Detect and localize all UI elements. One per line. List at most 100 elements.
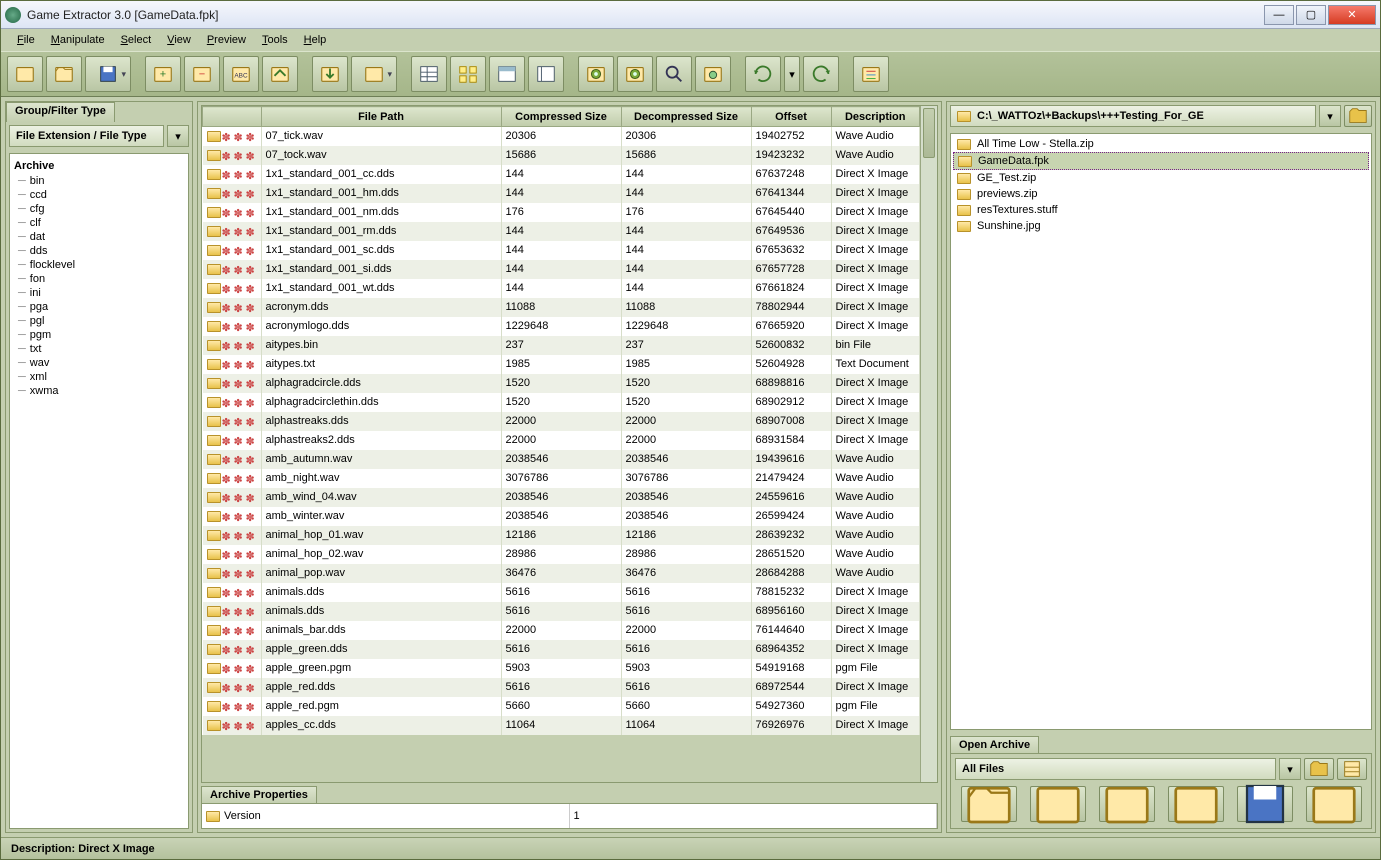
open-archive-tab[interactable]: Open Archive xyxy=(950,736,1039,753)
minimize-button[interactable]: — xyxy=(1264,5,1294,25)
file-browser[interactable]: All Time Low - Stella.zipGameData.fpkGE_… xyxy=(950,133,1372,730)
column-header[interactable]: Decompressed Size xyxy=(621,107,751,127)
tree-item-wav[interactable]: wav xyxy=(14,356,184,370)
file-item[interactable]: GameData.fpk xyxy=(953,152,1369,170)
file-item[interactable]: resTextures.stuff xyxy=(953,202,1369,218)
undo-dropdown[interactable]: ▾ xyxy=(784,56,800,92)
tree-item-bin[interactable]: bin xyxy=(14,174,184,188)
tree-item-pgl[interactable]: pgl xyxy=(14,314,184,328)
table-row[interactable]: ✽✽✽amb_autumn.wav2038546203854619439616W… xyxy=(203,450,920,469)
tree-item-clf[interactable]: clf xyxy=(14,216,184,230)
path-dropdown-button[interactable]: ▾ xyxy=(1319,105,1341,127)
tree-item-pgm[interactable]: pgm xyxy=(14,328,184,342)
archive-properties-tab[interactable]: Archive Properties xyxy=(201,786,317,803)
cut-action-button[interactable] xyxy=(1168,786,1224,822)
list-action-button[interactable] xyxy=(1030,786,1086,822)
table-row[interactable]: ✽✽✽animals.dds5616561668956160Direct X I… xyxy=(203,602,920,621)
table-scrollbar[interactable] xyxy=(920,106,937,782)
open-action-button[interactable] xyxy=(961,786,1017,822)
table-row[interactable]: ✽✽✽amb_wind_04.wav2038546203854624559616… xyxy=(203,488,920,507)
table-row[interactable]: ✽✽✽1x1_standard_001_hm.dds14414467641344… xyxy=(203,184,920,203)
column-header[interactable]: File Path xyxy=(261,107,501,127)
menu-select[interactable]: Select xyxy=(115,32,158,48)
tree-item-ini[interactable]: ini xyxy=(14,286,184,300)
menu-view[interactable]: View xyxy=(161,32,197,48)
table-row[interactable]: ✽✽✽apple_red.dds5616561668972544Direct X… xyxy=(203,678,920,697)
table-row[interactable]: ✽✽✽aitypes.txt1985198552604928Text Docum… xyxy=(203,355,920,374)
file-item[interactable]: All Time Low - Stella.zip xyxy=(953,136,1369,152)
group-view-button[interactable] xyxy=(489,56,525,92)
tree-item-xwma[interactable]: xwma xyxy=(14,384,184,398)
column-header[interactable]: Offset xyxy=(751,107,831,127)
options-button[interactable] xyxy=(853,56,889,92)
table-row[interactable]: ✽✽✽alphastreaks2.dds220002200068931584Di… xyxy=(203,431,920,450)
script-button[interactable] xyxy=(617,56,653,92)
extract-dropdown-button[interactable] xyxy=(351,56,397,92)
menu-tools[interactable]: Tools xyxy=(256,32,294,48)
path-combo[interactable]: C:\_WATTOz\+Backups\+++Testing_For_GE xyxy=(950,105,1316,127)
tree-item-xml[interactable]: xml xyxy=(14,370,184,384)
redo-button[interactable] xyxy=(803,56,839,92)
extract-button[interactable] xyxy=(312,56,348,92)
maximize-button[interactable]: ▢ xyxy=(1296,5,1326,25)
menu-help[interactable]: Help xyxy=(298,32,333,48)
file-item[interactable]: previews.zip xyxy=(953,186,1369,202)
group-filter-tab[interactable]: Group/Filter Type xyxy=(6,102,115,122)
column-header[interactable] xyxy=(203,107,262,127)
scissors-action-button[interactable] xyxy=(1306,786,1362,822)
remove-file-button[interactable]: − xyxy=(184,56,220,92)
tree-root[interactable]: Archive xyxy=(14,158,184,174)
filter-dropdown-button[interactable]: ▾ xyxy=(167,125,189,147)
new-action-button[interactable] xyxy=(1099,786,1155,822)
filter-combo[interactable]: File Extension / File Type xyxy=(9,125,164,147)
undo-button[interactable] xyxy=(745,56,781,92)
file-item[interactable]: Sunshine.jpg xyxy=(953,218,1369,234)
tree-item-txt[interactable]: txt xyxy=(14,342,184,356)
table-row[interactable]: ✽✽✽acronym.dds110881108878802944Direct X… xyxy=(203,298,920,317)
tree-item-fon[interactable]: fon xyxy=(14,272,184,286)
search-button[interactable] xyxy=(656,56,692,92)
up-folder-button[interactable] xyxy=(1344,105,1372,127)
table-row[interactable]: ✽✽✽alphagradcirclethin.dds15201520689029… xyxy=(203,393,920,412)
save-button[interactable] xyxy=(85,56,131,92)
table-row[interactable]: ✽✽✽apple_green.dds5616561668964352Direct… xyxy=(203,640,920,659)
tree-item-ccd[interactable]: ccd xyxy=(14,188,184,202)
table-row[interactable]: ✽✽✽animals_bar.dds220002200076144640Dire… xyxy=(203,621,920,640)
table-row[interactable]: ✽✽✽animal_hop_01.wav121861218628639232Wa… xyxy=(203,526,920,545)
table-view-button[interactable] xyxy=(411,56,447,92)
column-header[interactable]: Description xyxy=(831,107,920,127)
table-row[interactable]: ✽✽✽1x1_standard_001_rm.dds14414467649536… xyxy=(203,222,920,241)
table-row[interactable]: ✽✽✽1x1_standard_001_sc.dds14414467653632… xyxy=(203,241,920,260)
tree-item-pga[interactable]: pga xyxy=(14,300,184,314)
table-row[interactable]: ✽✽✽apples_cc.dds110641106476926976Direct… xyxy=(203,716,920,735)
file-filter-combo[interactable]: All Files xyxy=(955,758,1276,780)
column-header[interactable]: Compressed Size xyxy=(501,107,621,127)
table-row[interactable]: ✽✽✽07_tock.wav156861568619423232Wave Aud… xyxy=(203,146,920,165)
file-table[interactable]: File PathCompressed SizeDecompressed Siz… xyxy=(202,106,920,735)
table-row[interactable]: ✽✽✽alphastreaks.dds220002200068907008Dir… xyxy=(203,412,920,431)
table-row[interactable]: ✽✽✽amb_night.wav3076786307678621479424Wa… xyxy=(203,469,920,488)
close-button[interactable]: ✕ xyxy=(1328,5,1376,25)
table-row[interactable]: ✽✽✽alphagradcircle.dds1520152068898816Di… xyxy=(203,374,920,393)
table-row[interactable]: ✽✽✽amb_winter.wav2038546203854626599424W… xyxy=(203,507,920,526)
table-row[interactable]: ✽✽✽animal_hop_02.wav289862898628651520Wa… xyxy=(203,545,920,564)
open-button[interactable] xyxy=(46,56,82,92)
table-row[interactable]: ✽✽✽1x1_standard_001_nm.dds17617667645440… xyxy=(203,203,920,222)
table-row[interactable]: ✽✽✽1x1_standard_001_si.dds14414467657728… xyxy=(203,260,920,279)
rename-abc-button[interactable]: ABC xyxy=(223,56,259,92)
table-row[interactable]: ✽✽✽aitypes.bin23723752600832bin File xyxy=(203,336,920,355)
save-action-button[interactable] xyxy=(1237,786,1293,822)
new-button[interactable] xyxy=(7,56,43,92)
table-row[interactable]: ✽✽✽apple_green.pgm5903590354919168pgm Fi… xyxy=(203,659,920,678)
table-row[interactable]: ✽✽✽animal_pop.wav364763647628684288Wave … xyxy=(203,564,920,583)
table-row[interactable]: ✽✽✽apple_red.pgm5660566054927360pgm File xyxy=(203,697,920,716)
tree-view-button[interactable] xyxy=(528,56,564,92)
add-file-button[interactable]: + xyxy=(145,56,181,92)
table-row[interactable]: ✽✽✽1x1_standard_001_cc.dds14414467637248… xyxy=(203,165,920,184)
tree-item-flocklevel[interactable]: flocklevel xyxy=(14,258,184,272)
tree-item-dds[interactable]: dds xyxy=(14,244,184,258)
menu-manipulate[interactable]: Manipulate xyxy=(45,32,111,48)
extension-tree[interactable]: Archive binccdcfgclfdatddsflocklevelfoni… xyxy=(9,153,189,829)
file-item[interactable]: GE_Test.zip xyxy=(953,170,1369,186)
replace-file-button[interactable] xyxy=(262,56,298,92)
